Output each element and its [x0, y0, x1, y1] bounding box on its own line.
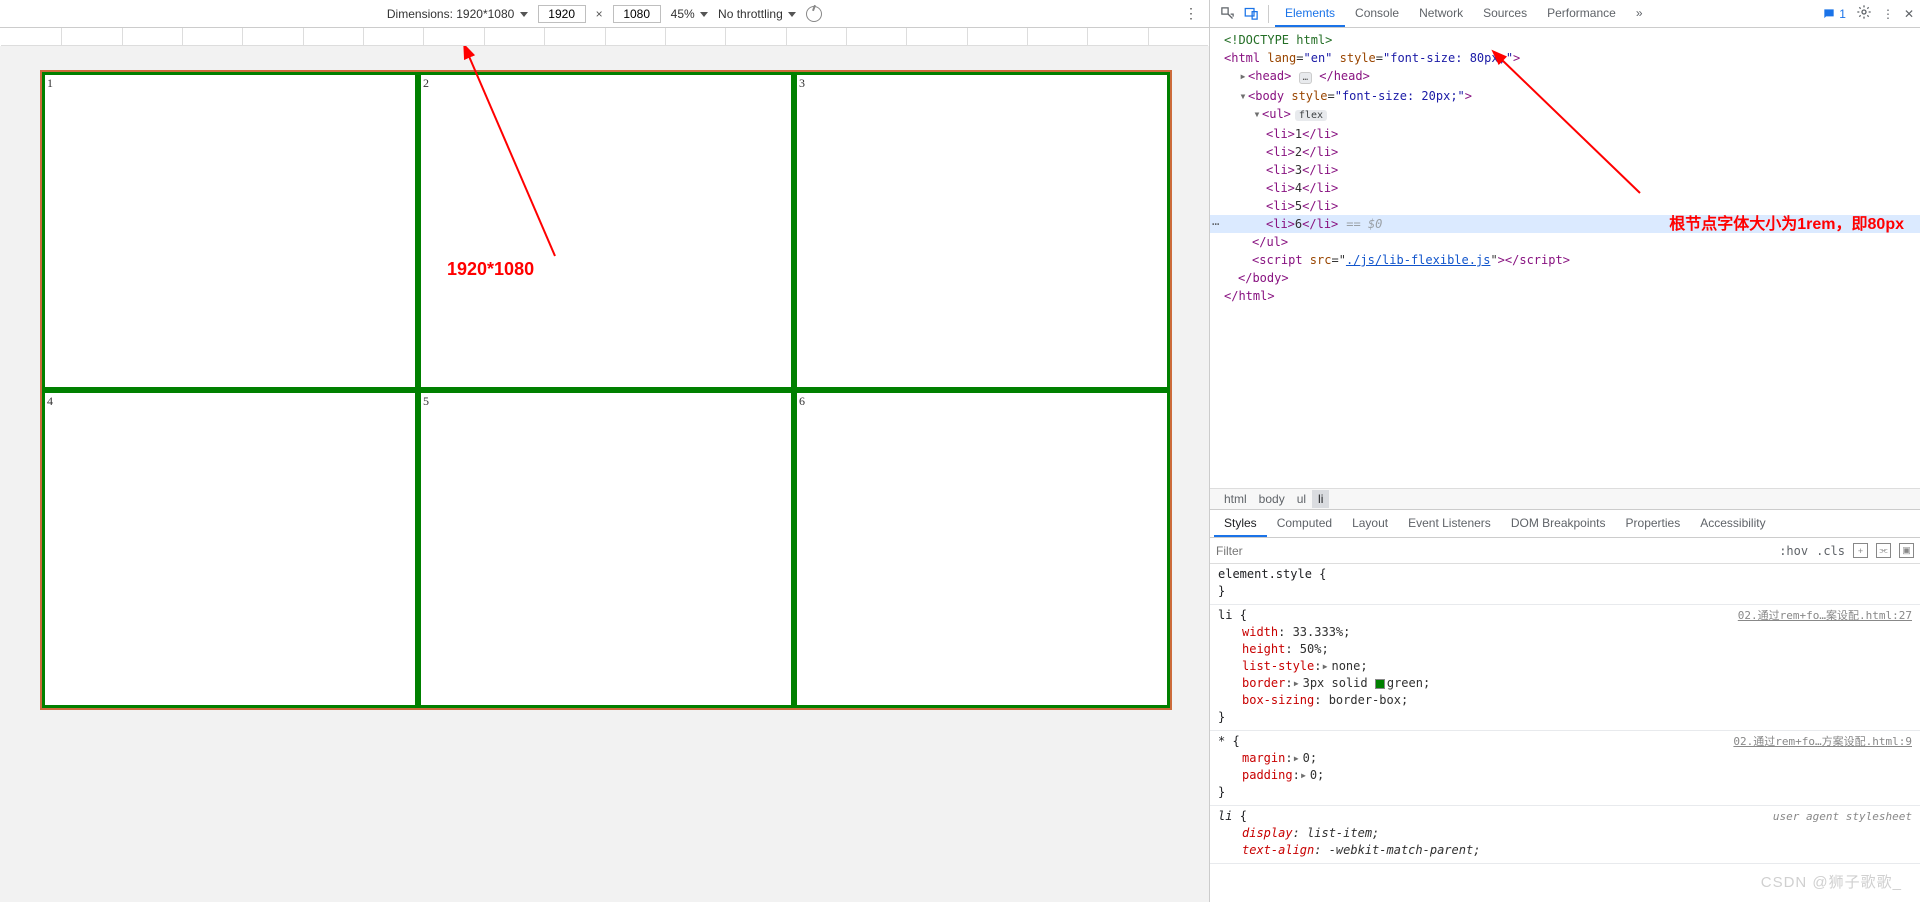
grid-cell: 6	[794, 390, 1170, 708]
rule-source-ua: user agent stylesheet	[1773, 808, 1912, 825]
width-input[interactable]	[538, 5, 586, 23]
dom-li[interactable]: <li>2</li>	[1210, 143, 1920, 161]
crumb-li[interactable]: li	[1312, 490, 1329, 508]
device-toggle-icon[interactable]	[1240, 3, 1262, 25]
new-rule-icon[interactable]: +	[1853, 543, 1868, 558]
flex-badge[interactable]: flex	[1295, 110, 1327, 121]
chevron-down-icon	[520, 12, 528, 17]
styletab-accessibility[interactable]: Accessibility	[1690, 510, 1775, 537]
grid-cell: 1	[42, 72, 418, 390]
zoom-dropdown[interactable]: 45%	[671, 7, 708, 21]
styletab-layout[interactable]: Layout	[1342, 510, 1398, 537]
dom-ul-open[interactable]: ▾<ul>flex	[1210, 105, 1920, 125]
styles-tabs: Styles Computed Layout Event Listeners D…	[1210, 510, 1920, 538]
tab-more[interactable]: »	[1626, 0, 1653, 27]
annotation-label: 根节点字体大小为1rem，即80px	[1669, 216, 1904, 234]
devtools-tabs: Elements Console Network Sources Perform…	[1275, 0, 1653, 27]
height-input[interactable]	[613, 5, 661, 23]
dom-html-open[interactable]: <html lang="en" style="font-size: 80px;"…	[1210, 49, 1920, 67]
gear-icon[interactable]	[1856, 4, 1872, 23]
hov-toggle[interactable]: :hov	[1779, 544, 1808, 558]
style-rule-universal[interactable]: 02.通过rem+fo…方案设配.html:9 * { margin:▸0; p…	[1210, 731, 1920, 806]
dom-ul-close[interactable]: </ul>	[1210, 233, 1920, 251]
dimensions-dropdown[interactable]: Dimensions: 1920*1080	[387, 7, 528, 21]
dom-html-close[interactable]: </html>	[1210, 287, 1920, 305]
styles-filter-input[interactable]	[1216, 542, 1771, 560]
separator	[1268, 5, 1269, 23]
close-icon[interactable]: ✕	[1904, 7, 1914, 21]
styles-filter-row: :hov .cls + ⫘ ▣	[1210, 538, 1920, 564]
more-options-icon[interactable]: ⋮	[1184, 5, 1199, 22]
styletab-properties[interactable]: Properties	[1616, 510, 1691, 537]
devtools-toolbar: Elements Console Network Sources Perform…	[1210, 0, 1920, 28]
dom-li[interactable]: <li>3</li>	[1210, 161, 1920, 179]
ellipsis-icon[interactable]: …	[1299, 72, 1312, 84]
grid-cell: 5	[418, 390, 794, 708]
viewport-area: 1 2 3 4 5 6 1920*1080	[0, 46, 1209, 902]
dom-head[interactable]: ▸<head> … </head>	[1210, 67, 1920, 87]
style-rule-li[interactable]: 02.通过rem+fo…案设配.html:27 li { width: 33.3…	[1210, 605, 1920, 731]
tab-elements[interactable]: Elements	[1275, 0, 1345, 27]
dom-script[interactable]: <script src="./js/lib-flexible.js"></scr…	[1210, 251, 1920, 269]
styletab-eventlisteners[interactable]: Event Listeners	[1398, 510, 1501, 537]
dom-body-close[interactable]: </body>	[1210, 269, 1920, 287]
dimension-separator: ×	[596, 7, 603, 21]
computed-toggle-icon[interactable]: ⫘	[1876, 543, 1891, 558]
sidebar-toggle-icon[interactable]: ▣	[1899, 543, 1914, 558]
grid-cell: 4	[42, 390, 418, 708]
styletab-styles[interactable]: Styles	[1214, 510, 1267, 537]
styletab-computed[interactable]: Computed	[1267, 510, 1342, 537]
crumb-body[interactable]: body	[1253, 490, 1291, 508]
tab-console[interactable]: Console	[1345, 0, 1409, 27]
page-frame: 1 2 3 4 5 6	[40, 70, 1172, 710]
rotate-icon[interactable]	[806, 6, 822, 22]
throttling-dropdown[interactable]: No throttling	[718, 7, 796, 21]
annotation-label: 1920*1080	[447, 259, 534, 280]
crumb-html[interactable]: html	[1218, 490, 1253, 508]
grid-list: 1 2 3 4 5 6	[42, 72, 1170, 708]
dom-doctype[interactable]: <!DOCTYPE html>	[1210, 31, 1920, 49]
chevron-down-icon	[788, 12, 796, 17]
dom-tree[interactable]: <!DOCTYPE html> <html lang="en" style="f…	[1210, 28, 1920, 488]
grid-cell: 3	[794, 72, 1170, 390]
inspect-icon[interactable]	[1216, 3, 1238, 25]
breadcrumb: html body ul li	[1210, 488, 1920, 510]
kebab-icon[interactable]: ⋮	[1882, 7, 1894, 21]
dom-li[interactable]: <li>5</li>	[1210, 197, 1920, 215]
ruler	[1, 28, 1208, 46]
messages-badge[interactable]: 1	[1822, 7, 1846, 21]
tab-sources[interactable]: Sources	[1473, 0, 1537, 27]
dom-li[interactable]: <li>1</li>	[1210, 125, 1920, 143]
tab-network[interactable]: Network	[1409, 0, 1473, 27]
rule-source-link[interactable]: 02.通过rem+fo…案设配.html:27	[1738, 607, 1912, 624]
crumb-ul[interactable]: ul	[1291, 490, 1312, 508]
device-mode-pane: Dimensions: 1920*1080 × 45% No throttlin…	[0, 0, 1209, 902]
cls-toggle[interactable]: .cls	[1816, 544, 1845, 558]
color-swatch-icon[interactable]	[1375, 679, 1385, 689]
styles-content[interactable]: element.style { } 02.通过rem+fo…案设配.html:2…	[1210, 564, 1920, 902]
device-toolbar: Dimensions: 1920*1080 × 45% No throttlin…	[0, 0, 1209, 28]
dom-li[interactable]: <li>4</li>	[1210, 179, 1920, 197]
style-rule-ua[interactable]: user agent stylesheet li { display: list…	[1210, 806, 1920, 864]
chevron-down-icon	[700, 12, 708, 17]
dom-body-open[interactable]: ▾<body style="font-size: 20px;">	[1210, 87, 1920, 105]
devtools-pane: Elements Console Network Sources Perform…	[1209, 0, 1920, 902]
styletab-dombreakpoints[interactable]: DOM Breakpoints	[1501, 510, 1616, 537]
rule-source-link[interactable]: 02.通过rem+fo…方案设配.html:9	[1733, 733, 1912, 750]
grid-cell: 2	[418, 72, 794, 390]
style-rule-element[interactable]: element.style { }	[1210, 564, 1920, 605]
tab-performance[interactable]: Performance	[1537, 0, 1626, 27]
